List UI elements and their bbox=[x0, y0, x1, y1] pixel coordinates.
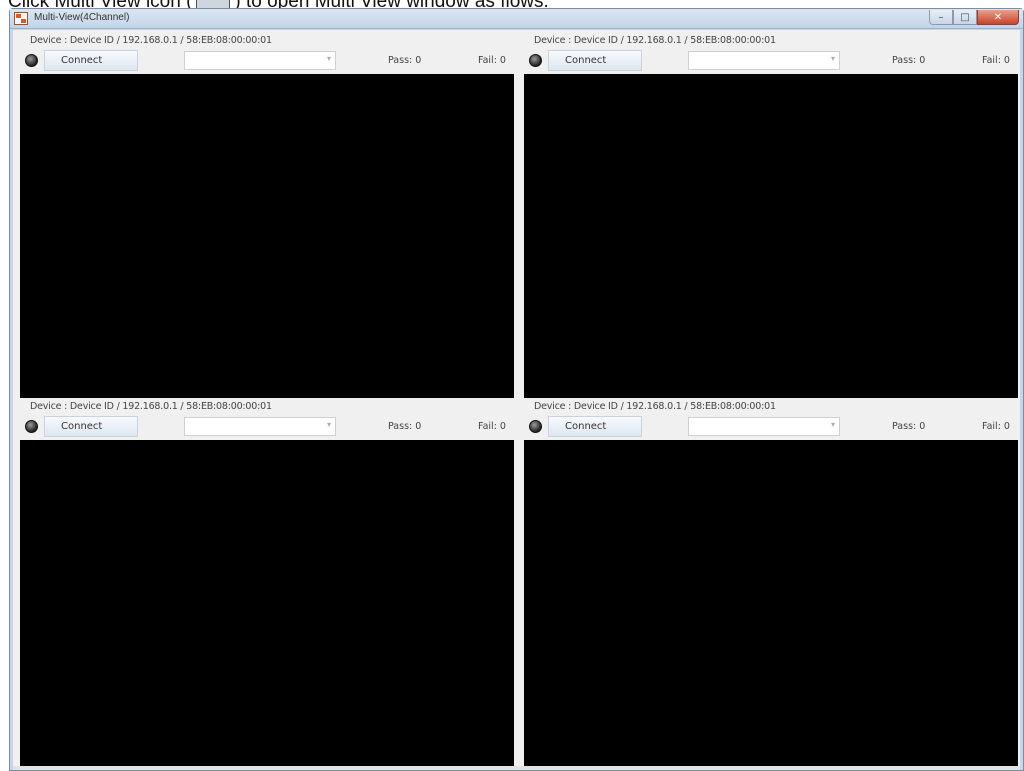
connect-button[interactable]: Connect bbox=[44, 416, 138, 437]
chevron-down-icon: ▾ bbox=[326, 420, 331, 429]
chevron-down-icon: ▾ bbox=[326, 54, 331, 63]
device-info: Device : Device ID / 192.168.0.1 / 58:EB… bbox=[534, 35, 776, 46]
minimize-button[interactable]: – bbox=[929, 10, 953, 25]
device-info: Device : Device ID / 192.168.0.1 / 58:EB… bbox=[30, 401, 272, 412]
multi-view-window: Multi-View(4Channel) – □ ✕ Device : Devi… bbox=[9, 8, 1024, 771]
channel-panel-4: Device : Device ID / 192.168.0.1 / 58:EB… bbox=[524, 398, 1018, 768]
title-bar[interactable]: Multi-View(4Channel) – □ ✕ bbox=[10, 9, 1023, 29]
status-led-icon bbox=[25, 54, 38, 67]
fail-count: Fail: 0 bbox=[982, 55, 1010, 66]
maximize-button[interactable]: □ bbox=[953, 10, 977, 25]
device-info: Device : Device ID / 192.168.0.1 / 58:EB… bbox=[534, 401, 776, 412]
connect-button[interactable]: Connect bbox=[44, 50, 138, 71]
window-title: Multi-View(4Channel) bbox=[34, 12, 130, 23]
fail-count: Fail: 0 bbox=[982, 421, 1010, 432]
channel-toolbar: Connect ▾ Pass: 0 Fail: 0 bbox=[20, 415, 514, 439]
connect-button[interactable]: Connect bbox=[548, 50, 642, 71]
stream-select[interactable]: ▾ bbox=[184, 51, 336, 70]
video-view[interactable] bbox=[20, 74, 514, 398]
close-button[interactable]: ✕ bbox=[977, 10, 1019, 25]
channel-panel-1: Device : Device ID / 192.168.0.1 / 58:EB… bbox=[20, 32, 514, 402]
video-view[interactable] bbox=[524, 74, 1018, 398]
channel-toolbar: Connect ▾ Pass: 0 Fail: 0 bbox=[524, 415, 1018, 439]
connect-button[interactable]: Connect bbox=[548, 416, 642, 437]
stream-select[interactable]: ▾ bbox=[688, 417, 840, 436]
window-controls: – □ ✕ bbox=[929, 10, 1019, 25]
app-icon bbox=[14, 12, 28, 25]
pass-count: Pass: 0 bbox=[892, 55, 926, 66]
channel-panel-3: Device : Device ID / 192.168.0.1 / 58:EB… bbox=[20, 398, 514, 768]
client-area: Device : Device ID / 192.168.0.1 / 58:EB… bbox=[13, 30, 1020, 770]
pass-count: Pass: 0 bbox=[388, 421, 422, 432]
pass-count: Pass: 0 bbox=[892, 421, 926, 432]
status-led-icon bbox=[529, 420, 542, 433]
status-bar bbox=[13, 766, 1020, 770]
video-view[interactable] bbox=[524, 440, 1018, 767]
chevron-down-icon: ▾ bbox=[830, 420, 835, 429]
stream-select[interactable]: ▾ bbox=[688, 51, 840, 70]
pass-count: Pass: 0 bbox=[388, 55, 422, 66]
fail-count: Fail: 0 bbox=[478, 421, 506, 432]
chevron-down-icon: ▾ bbox=[830, 54, 835, 63]
video-view[interactable] bbox=[20, 440, 514, 767]
device-info: Device : Device ID / 192.168.0.1 / 58:EB… bbox=[30, 35, 272, 46]
status-led-icon bbox=[529, 54, 542, 67]
stream-select[interactable]: ▾ bbox=[184, 417, 336, 436]
channel-toolbar: Connect ▾ Pass: 0 Fail: 0 bbox=[20, 49, 514, 73]
channel-panel-2: Device : Device ID / 192.168.0.1 / 58:EB… bbox=[524, 32, 1018, 402]
fail-count: Fail: 0 bbox=[478, 55, 506, 66]
status-led-icon bbox=[25, 420, 38, 433]
channel-toolbar: Connect ▾ Pass: 0 Fail: 0 bbox=[524, 49, 1018, 73]
